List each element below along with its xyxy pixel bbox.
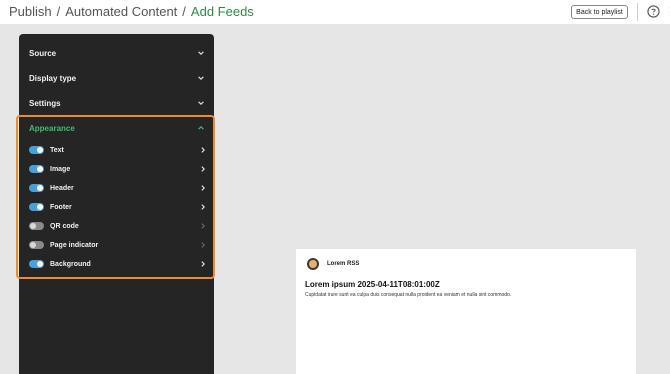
- toggle-switch[interactable]: [29, 146, 44, 154]
- chevron-right-icon[interactable]: [199, 165, 207, 173]
- appearance-item-qr-code[interactable]: QR code: [29, 220, 207, 232]
- back-to-playlist-button[interactable]: Back to playlist: [571, 5, 628, 19]
- chevron-right-icon[interactable]: [199, 146, 207, 154]
- section-settings[interactable]: Settings: [29, 95, 205, 111]
- chevron-right-icon[interactable]: [199, 184, 207, 192]
- section-label: Display type: [29, 73, 77, 83]
- section-label: Settings: [29, 98, 61, 108]
- item-label: Background: [50, 260, 91, 268]
- appearance-item-footer[interactable]: Footer: [29, 201, 207, 213]
- feed-preview: Lorem RSS Lorem ipsum 2025-04-11T08:01:0…: [296, 249, 636, 374]
- toggle-switch[interactable]: [29, 241, 44, 249]
- appearance-highlight: [16, 115, 215, 279]
- item-label: Image: [50, 165, 71, 173]
- toggle-switch[interactable]: [29, 203, 44, 211]
- item-label: Footer: [50, 203, 72, 211]
- section-display-type[interactable]: Display type: [29, 70, 205, 86]
- chevron-right-icon: [201, 223, 205, 229]
- breadcrumb: Publish / Automated Content / Add Feeds: [9, 4, 254, 19]
- item-label: Page indicator: [50, 241, 99, 249]
- chevron-right-icon: [201, 242, 205, 248]
- appearance-item-background[interactable]: Background: [29, 258, 207, 270]
- section-source[interactable]: Source: [29, 45, 205, 61]
- feed-item-body: Cupidatat irure sunt ea culpa duis conse…: [305, 292, 512, 298]
- appearance-item-page-indicator[interactable]: Page indicator: [29, 239, 207, 251]
- toggle-switch[interactable]: [29, 260, 44, 268]
- item-label: QR code: [50, 222, 79, 230]
- breadcrumb-separator: /: [182, 4, 186, 19]
- appearance-item-header[interactable]: Header: [29, 182, 207, 194]
- chevron-down-icon: [198, 101, 204, 105]
- toggle-switch[interactable]: [29, 222, 44, 230]
- appearance-item-text[interactable]: Text: [29, 144, 207, 156]
- item-label: Header: [50, 184, 74, 192]
- breadcrumb-automated-content[interactable]: Automated Content: [65, 4, 177, 19]
- breadcrumb-publish[interactable]: Publish: [9, 4, 52, 19]
- feed-logo-icon: [307, 258, 319, 270]
- chevron-down-icon: [198, 51, 204, 55]
- feed-name: Lorem RSS: [327, 261, 360, 267]
- more-vertical-icon[interactable]: ⋮: [665, 5, 670, 19]
- chevron-down-icon: [198, 76, 204, 80]
- breadcrumb-separator: /: [56, 4, 61, 19]
- chevron-right-icon[interactable]: [199, 203, 207, 211]
- chevron-right-icon[interactable]: [199, 260, 207, 268]
- breadcrumb-add-feeds: Add Feeds: [190, 4, 254, 19]
- feed-header: Lorem RSS: [307, 258, 359, 270]
- toggle-switch[interactable]: [29, 184, 44, 192]
- help-circle-icon[interactable]: [647, 5, 660, 18]
- top-bar: Publish / Automated Content / Add Feeds Back…: [0, 0, 670, 24]
- toggle-switch[interactable]: [29, 165, 44, 173]
- header-divider: [637, 3, 638, 21]
- item-label: Text: [50, 146, 64, 154]
- appearance-item-image[interactable]: Image: [29, 163, 207, 175]
- feed-item-title: Lorem ipsum 2025-04-11T08:01:00Z: [305, 280, 440, 289]
- section-label: Source: [29, 48, 57, 58]
